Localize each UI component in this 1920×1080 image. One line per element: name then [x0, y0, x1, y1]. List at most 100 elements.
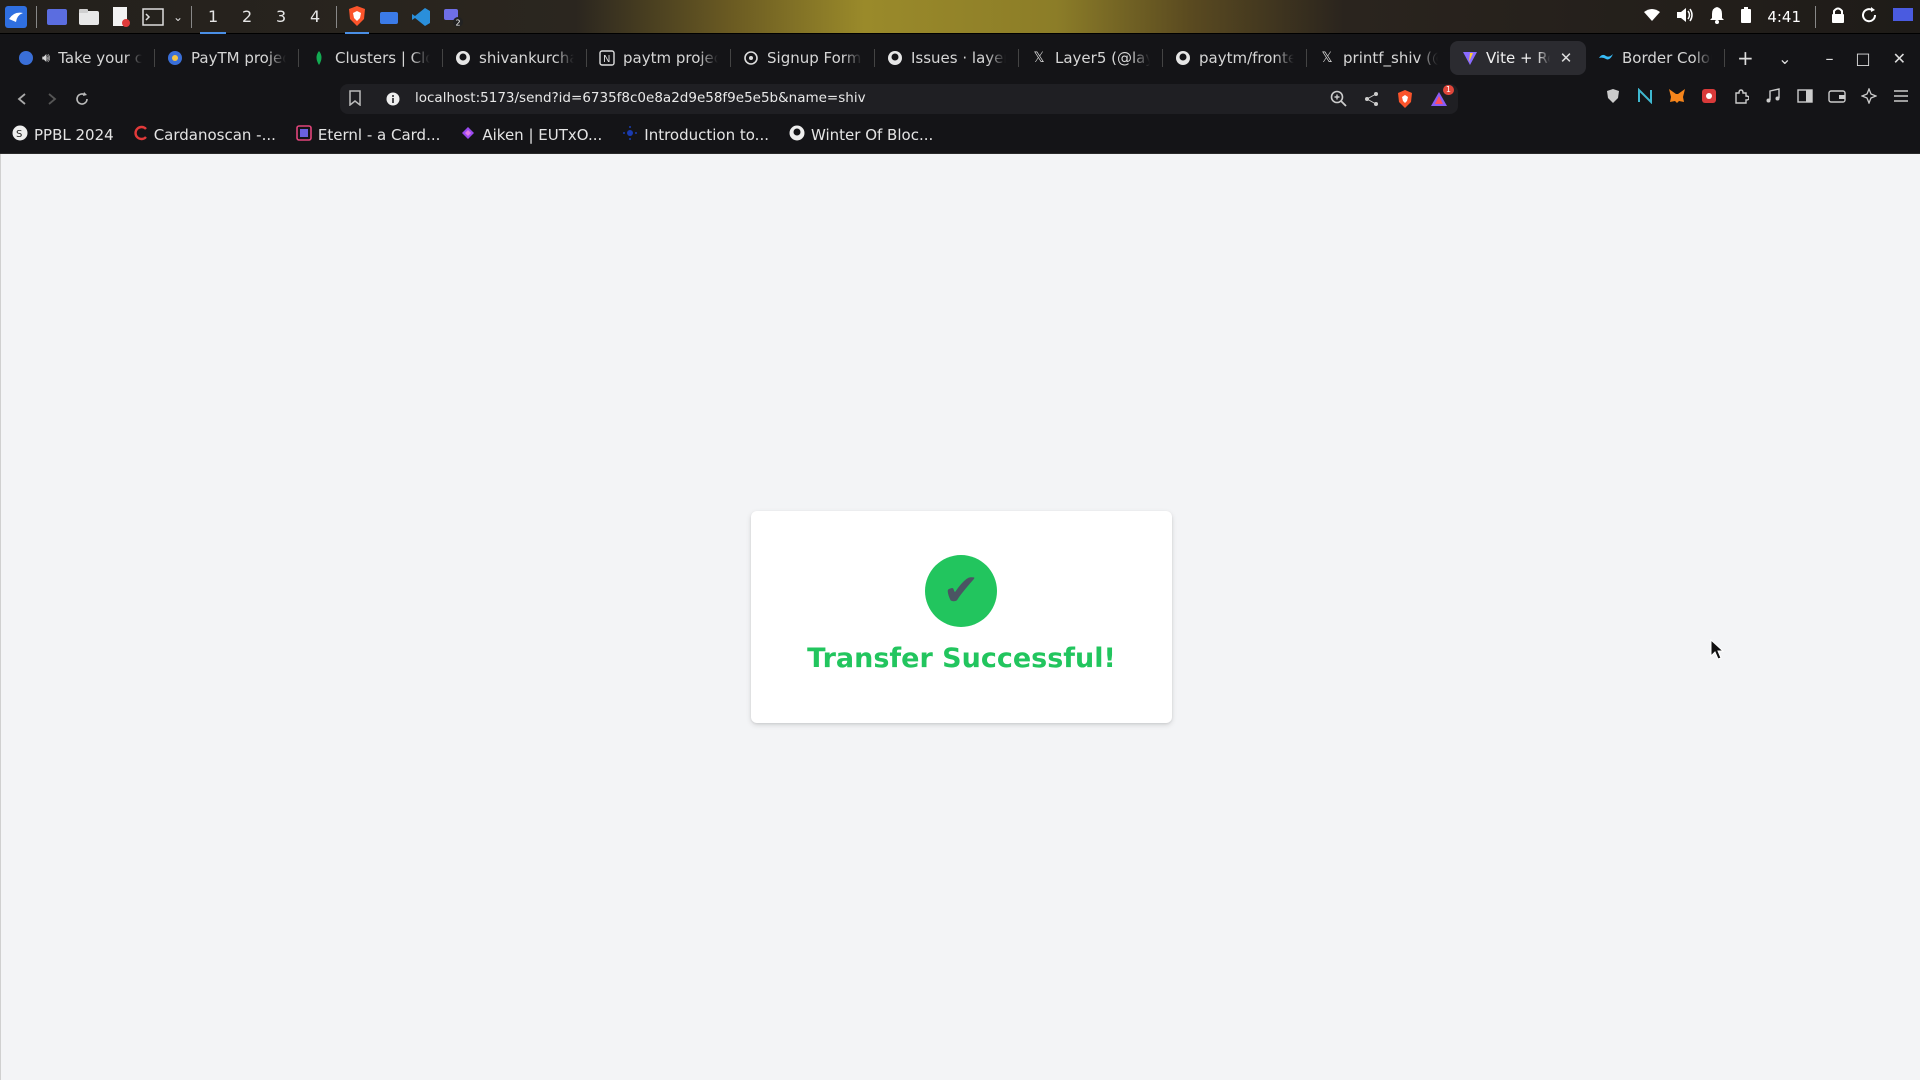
chevron-down-icon[interactable]: ⌄ — [173, 10, 183, 24]
battery-icon[interactable] — [1739, 6, 1753, 28]
url-text[interactable]: localhost:5173/send?id=6735f8c0e8a2d9e58… — [415, 90, 866, 106]
brave-browser-icon[interactable] — [345, 0, 370, 34]
tab-label: Clusters | Clou — [335, 49, 430, 67]
transfer-success-card: ✔ Transfer Successful! — [751, 511, 1172, 723]
close-tab-icon[interactable]: ✕ — [1558, 49, 1574, 67]
taskbar-separator — [336, 6, 338, 28]
workspace-3[interactable]: 3 — [268, 0, 294, 34]
site-info-icon[interactable] — [386, 91, 400, 110]
checkmark-icon: ✔ — [942, 565, 980, 616]
tab-label: Take your c — [58, 49, 142, 67]
brave-rewards-icon[interactable]: 1 — [1430, 85, 1454, 111]
tab-label: Border Color — [1622, 49, 1712, 67]
tab-label: shivankurchav — [479, 49, 574, 67]
svg-text:S: S — [16, 129, 22, 140]
new-tab-button[interactable]: + — [1737, 46, 1754, 70]
tab-clusters[interactable]: Clusters | Clou — [299, 41, 442, 75]
svg-text:2: 2 — [456, 19, 461, 28]
menu-icon[interactable] — [1892, 87, 1910, 105]
github-icon — [789, 125, 805, 145]
clock[interactable]: 4:41 — [1767, 8, 1801, 26]
bookmark-label: Aiken | EUTxO... — [482, 125, 603, 144]
tab-border-color[interactable]: Border Color — [1586, 41, 1724, 75]
tab-signup-form[interactable]: Signup Form I — [731, 41, 874, 75]
bookmark-label: Cardanoscan -... — [153, 125, 276, 144]
address-bar[interactable]: localhost:5173/send?id=6735f8c0e8a2d9e58… — [340, 84, 1458, 114]
ppbl-icon: S — [12, 125, 28, 145]
close-window-button[interactable]: ✕ — [1893, 49, 1906, 68]
extension-red-icon[interactable] — [1700, 87, 1718, 105]
share-icon[interactable] — [1364, 91, 1380, 111]
tab-label: paytm/fronte — [1199, 49, 1294, 67]
notification-icon[interactable] — [1709, 6, 1725, 28]
vscode-icon[interactable] — [409, 5, 433, 29]
sidebar-icon[interactable] — [1796, 87, 1814, 105]
workspace-1[interactable]: 1 — [200, 0, 227, 34]
nami-wallet-icon[interactable] — [1636, 87, 1654, 105]
terminal-icon[interactable] — [141, 5, 165, 29]
app-icon — [167, 50, 183, 66]
text-editor-icon[interactable] — [109, 5, 133, 29]
bookmark-cardanoscan[interactable]: Cardanoscan -... — [134, 125, 276, 145]
workspace-2[interactable]: 2 — [234, 0, 260, 34]
forward-button[interactable] — [40, 87, 64, 111]
workspace-4[interactable]: 4 — [302, 0, 328, 34]
reload-button[interactable] — [70, 87, 94, 111]
tab-printf-shiv[interactable]: 𝕏 printf_shiv (@ — [1307, 41, 1450, 75]
bookmark-eternl[interactable]: Eternl - a Card... — [296, 124, 440, 145]
bookmark-label: Winter Of Bloc... — [810, 125, 934, 144]
notion-icon: N — [599, 50, 615, 66]
sound-playing-icon[interactable]: 🔊︎ — [42, 51, 50, 66]
tab-layer5-x[interactable]: 𝕏 Layer5 (@laye — [1019, 41, 1162, 75]
tab-label: Signup Form I — [767, 49, 862, 67]
app-icon — [18, 50, 34, 66]
mongodb-icon — [311, 50, 327, 66]
tab-label: Issues · layer5 — [911, 49, 1006, 67]
bookmark-aiken[interactable]: Aiken | EUTxO... — [460, 125, 602, 145]
cardano-icon — [622, 125, 638, 145]
tab-take-your[interactable]: 🔊︎ Take your c — [6, 41, 154, 75]
mouse-cursor-icon — [1710, 638, 1725, 665]
desktop-icon[interactable] — [45, 5, 69, 29]
bookmark-winter-of-blockchain[interactable]: Winter Of Bloc... — [789, 125, 933, 145]
files-icon[interactable] — [77, 5, 101, 29]
vpn-shield-icon[interactable] — [1604, 87, 1622, 105]
wallet-icon[interactable] — [1828, 87, 1846, 105]
taskbar-separator — [1815, 6, 1816, 28]
tab-list-button[interactable]: ⌄ — [1778, 49, 1791, 68]
bookmarks-bar: S PPBL 2024 Cardanoscan -... Eternl - a … — [0, 116, 1920, 154]
update-icon[interactable] — [1860, 6, 1878, 28]
tab-issues-layer5[interactable]: Issues · layer5 — [875, 41, 1018, 75]
volume-icon[interactable] — [1675, 7, 1695, 27]
rewards-badge: 1 — [1442, 85, 1454, 95]
success-check-badge: ✔ — [925, 555, 997, 627]
taskbar-separator — [36, 6, 37, 28]
bookmark-ppbl[interactable]: S PPBL 2024 — [12, 125, 114, 145]
folder-icon[interactable] — [377, 5, 401, 29]
minimize-button[interactable]: – — [1825, 49, 1833, 68]
brave-shields-icon[interactable] — [1396, 89, 1414, 113]
tab-vite-react[interactable]: Vite + Rea ✕ — [1450, 41, 1586, 75]
leo-ai-icon[interactable] — [1860, 87, 1878, 105]
extensions-puzzle-icon[interactable] — [1732, 87, 1750, 105]
vite-icon — [1462, 50, 1478, 66]
display-icon[interactable] — [1892, 6, 1914, 28]
bookmark-icon[interactable] — [348, 90, 362, 110]
back-button[interactable] — [10, 87, 34, 111]
lock-icon[interactable] — [1830, 6, 1846, 28]
metamask-icon[interactable] — [1668, 87, 1686, 105]
zoom-icon[interactable] — [1330, 90, 1348, 112]
browser-tab-strip: 🔊︎ Take your c PayTM project Clusters | … — [0, 34, 1920, 82]
tab-paytm-frontend[interactable]: paytm/fronte — [1163, 41, 1306, 75]
eternl-icon — [296, 124, 312, 145]
media-icon[interactable] — [1764, 87, 1782, 105]
tab-paytm-project[interactable]: PayTM project — [155, 41, 298, 75]
navigation-bar: localhost:5173/send?id=6735f8c0e8a2d9e58… — [0, 82, 1920, 116]
maximize-button[interactable]: □ — [1855, 49, 1870, 68]
tab-paytm-project-notion[interactable]: N paytm project — [587, 41, 730, 75]
tab-shivankurchav[interactable]: shivankurchav — [443, 41, 586, 75]
wifi-icon[interactable] — [1643, 8, 1661, 26]
app-launcher-icon[interactable] — [4, 5, 28, 29]
chat-icon[interactable]: 2 — [441, 5, 465, 29]
bookmark-introduction[interactable]: Introduction to... — [622, 125, 769, 145]
